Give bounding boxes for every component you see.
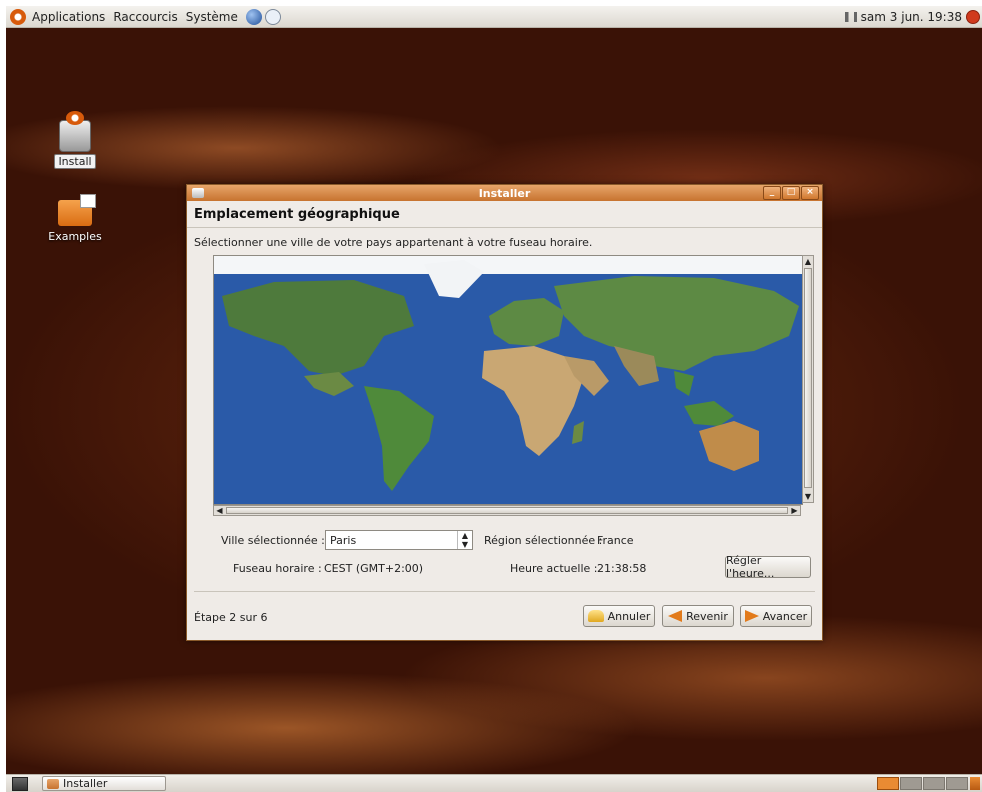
scroll-down-icon[interactable]: ▼: [803, 491, 813, 502]
help-icon[interactable]: [264, 8, 281, 25]
installer-window: Installer _ □ × Emplacement géographique…: [186, 184, 823, 641]
time-value: 21:38:58: [597, 562, 647, 575]
minimize-icon[interactable]: _: [763, 186, 781, 200]
volume-icon[interactable]: [844, 11, 857, 22]
undo-icon: [587, 610, 604, 622]
city-select-value: Paris: [330, 533, 357, 547]
set-time-button[interactable]: Régler l'heure...: [725, 554, 811, 580]
menu-applications[interactable]: Applications: [28, 10, 109, 24]
menu-raccourcis[interactable]: Raccourcis: [109, 10, 181, 24]
workspace-4[interactable]: [946, 777, 968, 790]
close-icon[interactable]: ×: [801, 186, 819, 200]
divider: [194, 591, 815, 592]
time-label: Heure actuelle :: [510, 562, 598, 575]
taskbar-item-installer[interactable]: Installer: [42, 776, 166, 791]
cancel-label: Annuler: [607, 609, 651, 623]
clock[interactable]: sam 3 jun. 19:38: [861, 10, 962, 24]
scrollbar-thumb[interactable]: [226, 507, 788, 514]
power-icon[interactable]: [966, 9, 980, 24]
system-tray: sam 3 jun. 19:38: [844, 9, 982, 24]
taskbar-item-label: Installer: [63, 777, 108, 790]
installer-app-icon: [47, 778, 59, 789]
desktop-icon-examples[interactable]: Examples: [40, 194, 110, 243]
region-label: Région sélectionnée :: [484, 534, 603, 547]
scroll-left-icon[interactable]: ◀: [214, 506, 225, 515]
install-icon: [59, 111, 91, 152]
show-desktop-icon[interactable]: [12, 776, 28, 791]
desktop-icon-label: Examples: [48, 230, 102, 243]
back-button[interactable]: Revenir: [662, 605, 734, 627]
folder-icon: [58, 194, 96, 226]
maximize-icon[interactable]: □: [782, 186, 800, 200]
window-title: Installer: [478, 186, 531, 200]
scroll-right-icon[interactable]: ▶: [789, 506, 800, 515]
arrow-right-icon: [744, 610, 759, 622]
forward-label: Avancer: [762, 609, 808, 623]
forward-button[interactable]: Avancer: [740, 605, 812, 627]
workspace-3[interactable]: [923, 777, 945, 790]
scroll-up-icon[interactable]: ▲: [803, 256, 813, 267]
desktop-icon-install[interactable]: Install: [40, 111, 110, 169]
timezone-label: Fuseau horaire :: [233, 562, 322, 575]
divider: [187, 227, 822, 228]
workspace-1[interactable]: [877, 777, 899, 790]
instruction-text: Sélectionner une ville de votre pays app…: [194, 236, 593, 249]
web-browser-icon[interactable]: [245, 8, 262, 25]
map-horizontal-scrollbar[interactable]: ◀ ▶: [213, 505, 801, 516]
timezone-value: CEST (GMT+2:00): [324, 562, 424, 575]
ubuntu-logo-icon[interactable]: [10, 8, 26, 25]
city-select[interactable]: Paris ▲ ▼: [325, 530, 473, 550]
bottom-panel: Installer: [6, 774, 982, 792]
world-map[interactable]: [213, 255, 803, 505]
desktop-icon-label: Install: [54, 154, 96, 169]
city-label: Ville sélectionnée :: [221, 534, 325, 547]
world-map-image[interactable]: [214, 256, 802, 504]
workspace-2[interactable]: [900, 777, 922, 790]
set-time-label: Régler l'heure...: [726, 554, 775, 580]
arrow-left-icon: [668, 610, 683, 622]
region-value: France: [597, 534, 634, 547]
menu-systeme[interactable]: Système: [182, 10, 242, 24]
step-indicator: Étape 2 sur 6: [194, 611, 268, 624]
trash-icon[interactable]: [970, 777, 980, 790]
map-vertical-scrollbar[interactable]: ▲ ▼: [802, 255, 814, 503]
page-heading: Emplacement géographique: [194, 207, 400, 222]
world-map-area: ▲ ▼ ◀ ▶: [213, 255, 815, 517]
scrollbar-thumb[interactable]: [804, 268, 812, 488]
top-panel: Applications Raccourcis Système sam 3 ju…: [6, 6, 982, 28]
workspace-switcher: [877, 777, 968, 790]
select-arrows-icon[interactable]: ▲ ▼: [457, 531, 472, 549]
window-titlebar[interactable]: Installer _ □ ×: [187, 185, 822, 201]
cancel-button[interactable]: Annuler: [583, 605, 655, 627]
window-controls: _ □ ×: [763, 186, 819, 200]
back-label: Revenir: [686, 609, 728, 623]
